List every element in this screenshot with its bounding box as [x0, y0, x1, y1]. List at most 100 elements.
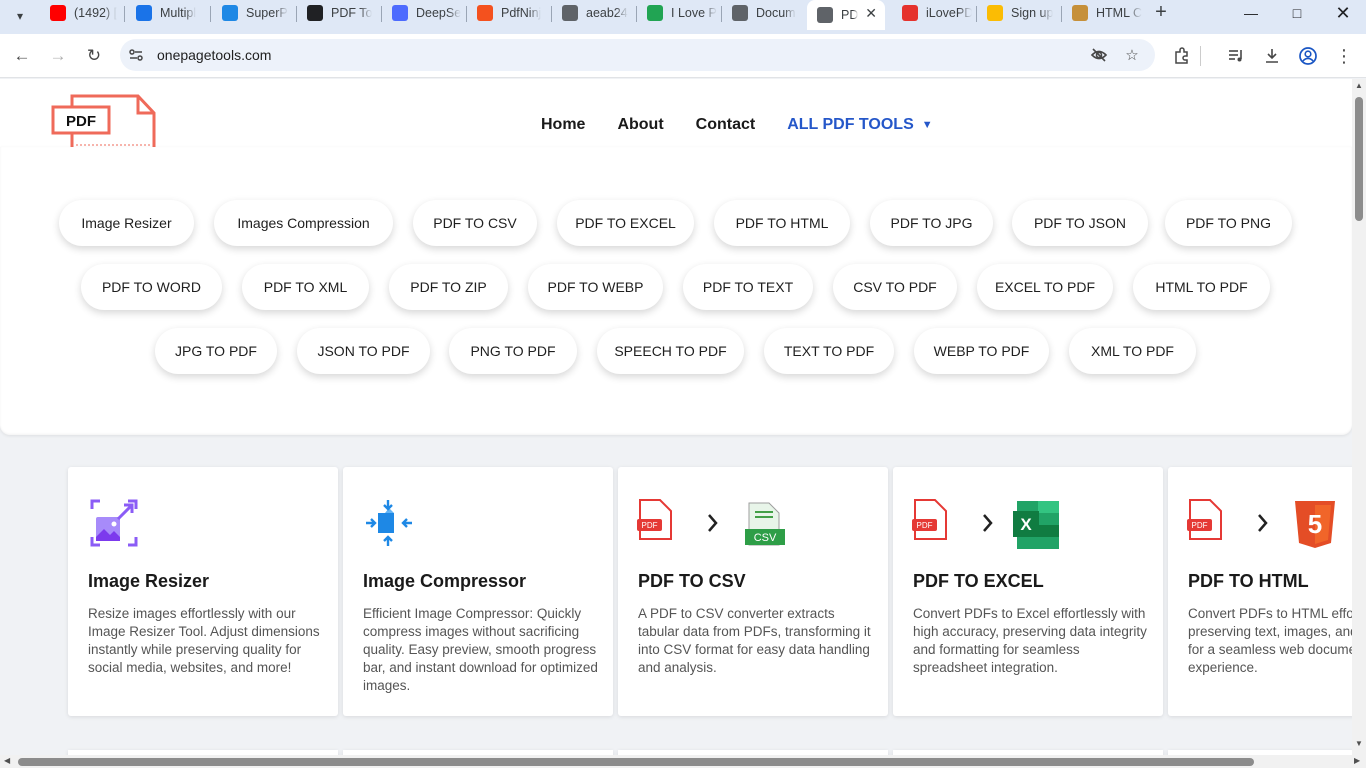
nav-all-pdf-tools[interactable]: ALL PDF TOOLS ▼ [787, 116, 932, 134]
tab-title: aeab24 [586, 6, 628, 20]
scroll-right-icon[interactable]: ▶ [1354, 756, 1360, 765]
html5-icon: 5 [1295, 501, 1335, 548]
heart-icon [902, 5, 918, 21]
tool-pill[interactable]: PNG TO PDF [449, 328, 577, 374]
site-info-icon[interactable] [128, 47, 144, 63]
tool-pill[interactable]: PDF TO TEXT [683, 264, 813, 310]
eye-off-icon[interactable] [1089, 45, 1109, 65]
browser-tab[interactable]: Multipl [126, 0, 206, 26]
new-tab-button[interactable]: + [1150, 2, 1172, 24]
scroll-up-icon[interactable]: ▲ [1355, 81, 1363, 90]
tab-separator [210, 6, 211, 22]
tool-pill[interactable]: Image Resizer [59, 200, 194, 246]
pdf-logo-icon[interactable]: PDF [50, 93, 160, 149]
browser-tab[interactable]: HTML C [1062, 0, 1142, 26]
tool-pill[interactable]: Images Compression [214, 200, 393, 246]
forward-icon[interactable]: → [44, 42, 72, 70]
tool-card[interactable]: Image Resizer Resize images effortlessly … [68, 467, 338, 716]
minimize-icon[interactable]: — [1228, 0, 1274, 26]
card-title[interactable]: Image Compressor [363, 571, 526, 592]
scroll-left-icon[interactable]: ◀ [4, 756, 10, 765]
tool-pill[interactable]: SPEECH TO PDF [597, 328, 744, 374]
tab-title: (1492) [ [74, 6, 118, 20]
tool-pill[interactable]: PDF TO HTML [714, 200, 850, 246]
scroll-down-icon[interactable]: ▼ [1355, 739, 1363, 748]
browser-tab[interactable]: Sign up [977, 0, 1057, 26]
horizontal-scrollbar[interactable]: ◀ ▶ [0, 755, 1366, 768]
url-text[interactable]: onepagetools.com [157, 47, 271, 63]
tool-card[interactable]: PDF CSV PDF TO CSV A PDF to CSV converter e… [618, 467, 888, 716]
tool-pill[interactable]: PDF TO ZIP [389, 264, 508, 310]
bookmark-star-icon[interactable]: ☆ [1122, 45, 1142, 65]
card-title[interactable]: Image Resizer [88, 571, 209, 592]
browser-tab[interactable]: (1492) [ [40, 0, 120, 26]
tool-pill[interactable]: PDF TO EXCEL [557, 200, 694, 246]
tool-pill[interactable]: PDF TO WEBP [528, 264, 663, 310]
tab-title: PDF To [331, 6, 373, 20]
extensions-icon[interactable] [1170, 44, 1194, 68]
tab-title: HTML C [1096, 6, 1142, 20]
menu-kebab-icon[interactable]: ⋮ [1332, 44, 1356, 68]
chevron-right-icon [983, 514, 993, 532]
browser-tab[interactable]: Docum [722, 0, 802, 26]
tool-pill[interactable]: WEBP TO PDF [914, 328, 1049, 374]
tool-pill[interactable]: PDF TO JSON [1012, 200, 1148, 246]
reload-icon[interactable]: ↻ [80, 42, 108, 70]
tool-pill[interactable]: PDF TO PNG [1165, 200, 1292, 246]
tool-pill[interactable]: JPG TO PDF [155, 328, 277, 374]
tool-pill[interactable]: CSV TO PDF [833, 264, 957, 310]
card-title[interactable]: PDF TO CSV [638, 571, 746, 592]
tool-card[interactable]: Image Compressor Efficient Image Compress… [343, 467, 613, 716]
image-resize-icon [88, 497, 328, 549]
tool-pill[interactable]: TEXT TO PDF [764, 328, 894, 374]
card-title[interactable]: PDF TO HTML [1188, 571, 1309, 592]
card-description: Resize images effortlessly with our Imag… [88, 606, 320, 675]
download-icon[interactable] [1260, 44, 1284, 68]
nav-about[interactable]: About [617, 116, 663, 134]
vertical-scroll-thumb[interactable] [1355, 97, 1363, 221]
tool-pill[interactable]: PDF TO XML [242, 264, 369, 310]
tab-title: PD [841, 8, 859, 22]
deepseek-icon [392, 5, 408, 21]
card-title[interactable]: PDF TO EXCEL [913, 571, 1044, 592]
tab-separator [124, 6, 125, 22]
browser-tab[interactable]: iLovePD [892, 0, 972, 26]
openai-icon [307, 5, 323, 21]
tab-title: Sign up [1011, 6, 1054, 20]
nav-contact[interactable]: Contact [696, 116, 756, 134]
back-icon[interactable]: ← [8, 42, 36, 70]
superpdf-icon [222, 5, 238, 21]
address-bar[interactable]: onepagetools.com ☆ [120, 39, 1155, 71]
browser-tab[interactable]: PDF To [297, 0, 377, 26]
browser-tab[interactable]: I Love P [637, 0, 717, 26]
pdf-to-excel-icon: PDF X [910, 497, 1150, 549]
tool-card[interactable]: PDF X PDF TO EXCEL Convert PDFs to Excel ef… [893, 467, 1163, 716]
tool-pill[interactable]: PDF TO WORD [81, 264, 222, 310]
tool-pill[interactable]: XML TO PDF [1069, 328, 1196, 374]
nav-home[interactable]: Home [541, 116, 585, 134]
profile-icon[interactable] [1296, 44, 1320, 68]
browser-tab[interactable]: aeab24 [552, 0, 632, 26]
tool-pill[interactable]: HTML TO PDF [1133, 264, 1270, 310]
browser-tab[interactable]: PdfNinj [467, 0, 547, 26]
card-description: Convert PDFs to Excel effortlessly with … [913, 606, 1147, 675]
tab-title: iLovePD [926, 6, 972, 20]
close-window-icon[interactable]: ✕ [1320, 0, 1366, 26]
tab-title: DeepSe [416, 6, 462, 20]
browser-tab[interactable]: SuperP [212, 0, 292, 26]
media-control-icon[interactable] [1224, 44, 1248, 68]
tool-card[interactable]: PDF 5 PDF TO HTML Convert PDFs to HTML effo… [1168, 467, 1352, 716]
excel-file-icon: X [1013, 501, 1059, 549]
svg-text:CSV: CSV [754, 532, 777, 544]
browser-tab[interactable]: DeepSe [382, 0, 462, 26]
tool-pill[interactable]: EXCEL TO PDF [977, 264, 1113, 310]
close-tab-icon[interactable]: ✕ [865, 5, 877, 22]
vertical-scrollbar[interactable]: ▲ ▼ [1352, 79, 1366, 755]
browser-tab[interactable]: PD ✕ [807, 0, 885, 30]
tool-pill[interactable]: PDF TO JPG [870, 200, 993, 246]
maximize-icon[interactable]: □ [1274, 0, 1320, 26]
tool-pill[interactable]: PDF TO CSV [413, 200, 537, 246]
horizontal-scroll-thumb[interactable] [18, 758, 1254, 766]
tab-search-icon[interactable]: ▾ [8, 4, 32, 28]
tool-pill[interactable]: JSON TO PDF [297, 328, 430, 374]
